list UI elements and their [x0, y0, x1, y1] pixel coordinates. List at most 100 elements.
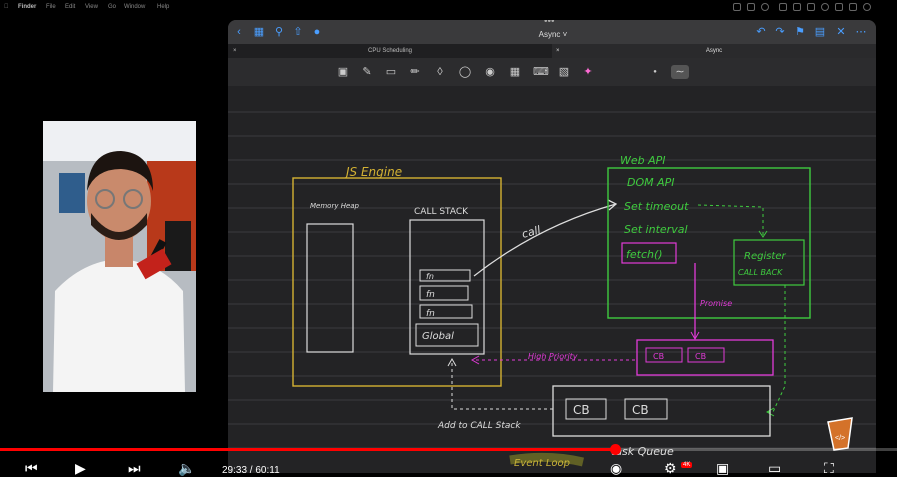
- notes-app-window: ‹ ▦ ⚲ ⇧ ● ••• Async ˅ ↶ ↷ ⚑ ▤ ✕ ⋯ × CPU …: [228, 20, 876, 473]
- drawing-toolbar: ▣ ✎ ▭ ✏ ◊ ◯ ◉ ▦ ⌨ ▧ ✦ ● ∼: [228, 58, 876, 87]
- quality-badge: 4K: [681, 462, 693, 468]
- ruled-lines: [228, 111, 876, 449]
- control-center-icon[interactable]: [849, 3, 857, 11]
- dot-size-icon[interactable]: ●: [648, 65, 662, 79]
- stack-frame-label: fn: [426, 309, 435, 319]
- more-icon[interactable]: ⋯: [854, 25, 868, 39]
- title-bar: ‹ ▦ ⚲ ⇧ ● ••• Async ˅ ↶ ↷ ⚑ ▤ ✕ ⋯: [228, 20, 876, 44]
- volume-icon[interactable]: 🔈: [178, 460, 195, 477]
- more-dots-icon[interactable]: •••: [544, 20, 555, 27]
- pen-icon[interactable]: ✎: [360, 65, 374, 79]
- text-icon[interactable]: ▧: [557, 65, 571, 79]
- keyboard-icon[interactable]: ⌨: [533, 65, 549, 79]
- tabs-bar: × CPU Scheduling × Async: [228, 44, 876, 58]
- menu-help[interactable]: Help: [157, 4, 169, 10]
- menu-finder[interactable]: Finder: [18, 4, 36, 10]
- call-arrow: [473, 203, 617, 277]
- svg-text:</>: </>: [835, 435, 845, 442]
- redo-icon[interactable]: ↷: [773, 25, 787, 39]
- register-box: [733, 239, 805, 286]
- close-icon[interactable]: ✕: [834, 25, 848, 39]
- microtask-cb-label: CB: [653, 352, 664, 361]
- status-icon[interactable]: [733, 3, 741, 11]
- back-icon[interactable]: ‹: [232, 25, 246, 39]
- set-interval-label: Set interval: [624, 223, 688, 236]
- fetch-label: fetch(): [626, 248, 663, 261]
- export-icon[interactable]: ▤: [813, 25, 827, 39]
- event-loop-label: Event Loop: [514, 458, 570, 469]
- dom-api-label: DOM API: [627, 176, 675, 189]
- miniplayer-icon[interactable]: ▣: [716, 460, 729, 477]
- coffee-cup-icon: </>: [827, 417, 853, 451]
- tab-cpu-scheduling[interactable]: × CPU Scheduling: [228, 44, 552, 58]
- task-cb-label: CB: [632, 403, 649, 417]
- menu-view[interactable]: View: [85, 4, 98, 10]
- microphone-icon[interactable]: ●: [310, 25, 324, 39]
- status-icon[interactable]: [793, 3, 801, 11]
- add-to-stack-dashed-arrow: [451, 361, 553, 410]
- task-cb-label: CB: [573, 403, 590, 417]
- menu-edit[interactable]: Edit: [65, 4, 75, 10]
- wifi-icon[interactable]: [821, 3, 829, 11]
- status-icon[interactable]: [747, 3, 755, 11]
- progress-played: [0, 448, 616, 451]
- presenter-image: [43, 121, 196, 392]
- microtask-cb-label: CB: [695, 352, 706, 361]
- share-icon[interactable]: ⇧: [291, 25, 305, 39]
- shapes-icon[interactable]: ◊: [433, 65, 447, 79]
- status-icon[interactable]: [761, 3, 769, 11]
- image-icon[interactable]: ▦: [508, 65, 522, 79]
- theater-mode-icon[interactable]: ▭: [768, 460, 781, 477]
- highlighter-icon[interactable]: ✏: [408, 65, 422, 79]
- next-icon[interactable]: ⏭: [128, 460, 141, 477]
- previous-icon[interactable]: ⏮: [25, 460, 38, 477]
- call-stack-label: CALL STACK: [414, 207, 469, 217]
- tab-close-icon[interactable]: ×: [233, 44, 237, 58]
- diagram-drawing: JS Engine Memory Heap CALL STACK fn fn f…: [228, 111, 876, 469]
- autoplay-toggle-icon[interactable]: ◉: [610, 460, 622, 477]
- status-icon[interactable]: [779, 3, 787, 11]
- global-label: Global: [422, 331, 454, 342]
- timecode: 29:33 / 60:11: [222, 465, 280, 476]
- battery-icon[interactable]: [807, 3, 815, 11]
- presenter-webcam: [43, 121, 196, 392]
- stack-frame-label: fn: [426, 272, 434, 281]
- bookmark-icon[interactable]: ⚑: [793, 25, 807, 39]
- lasso-icon[interactable]: ◯: [458, 65, 472, 79]
- sticker-icon[interactable]: ◉: [483, 65, 497, 79]
- fullscreen-icon[interactable]: ⛶: [824, 460, 834, 477]
- memory-heap-box: [306, 223, 354, 353]
- call-label: call: [520, 223, 542, 240]
- play-icon[interactable]: ▶: [75, 460, 86, 477]
- memory-heap-label: Memory Heap: [310, 202, 360, 210]
- js-engine-label: JS Engine: [344, 165, 402, 179]
- web-api-label: Web API: [620, 154, 666, 167]
- undo-icon[interactable]: ↶: [754, 25, 768, 39]
- menu-file[interactable]: File: [46, 4, 56, 10]
- eraser-icon[interactable]: ▭: [384, 65, 398, 79]
- document-title[interactable]: Async ˅: [528, 30, 578, 39]
- lasso-select-icon[interactable]: ▣: [336, 65, 350, 79]
- stroke-style-icon[interactable]: ∼: [671, 65, 689, 79]
- call-back-label: CALL BACK: [738, 268, 783, 277]
- register-label: Register: [744, 251, 787, 262]
- menu-bar:  Finder File Edit View Go Window Help: [0, 0, 897, 16]
- add-to-call-label: Add to CALL Stack: [437, 421, 521, 431]
- menu-window[interactable]: Window: [124, 4, 145, 10]
- siri-icon[interactable]: [863, 3, 871, 11]
- settings-icon[interactable]: ⚙: [664, 460, 677, 477]
- grid-icon[interactable]: ▦: [252, 25, 266, 39]
- menu-go[interactable]: Go: [108, 4, 116, 10]
- timeout-dashed-arrow: [697, 204, 764, 235]
- tab-close-icon[interactable]: ×: [556, 44, 560, 58]
- search-icon[interactable]: [835, 3, 843, 11]
- apple-icon[interactable]: : [4, 4, 9, 10]
- high-priority-label: High Priority: [528, 352, 578, 361]
- laser-pointer-icon[interactable]: ✦: [581, 65, 595, 79]
- promise-label: Promise: [700, 299, 732, 308]
- stack-frame-label: fn: [426, 290, 435, 300]
- note-canvas[interactable]: JS Engine Memory Heap CALL STACK fn fn f…: [228, 86, 876, 473]
- set-timeout-label: Set timeout: [624, 200, 689, 213]
- tab-async[interactable]: × Async: [552, 44, 876, 58]
- search-icon[interactable]: ⚲: [272, 25, 286, 39]
